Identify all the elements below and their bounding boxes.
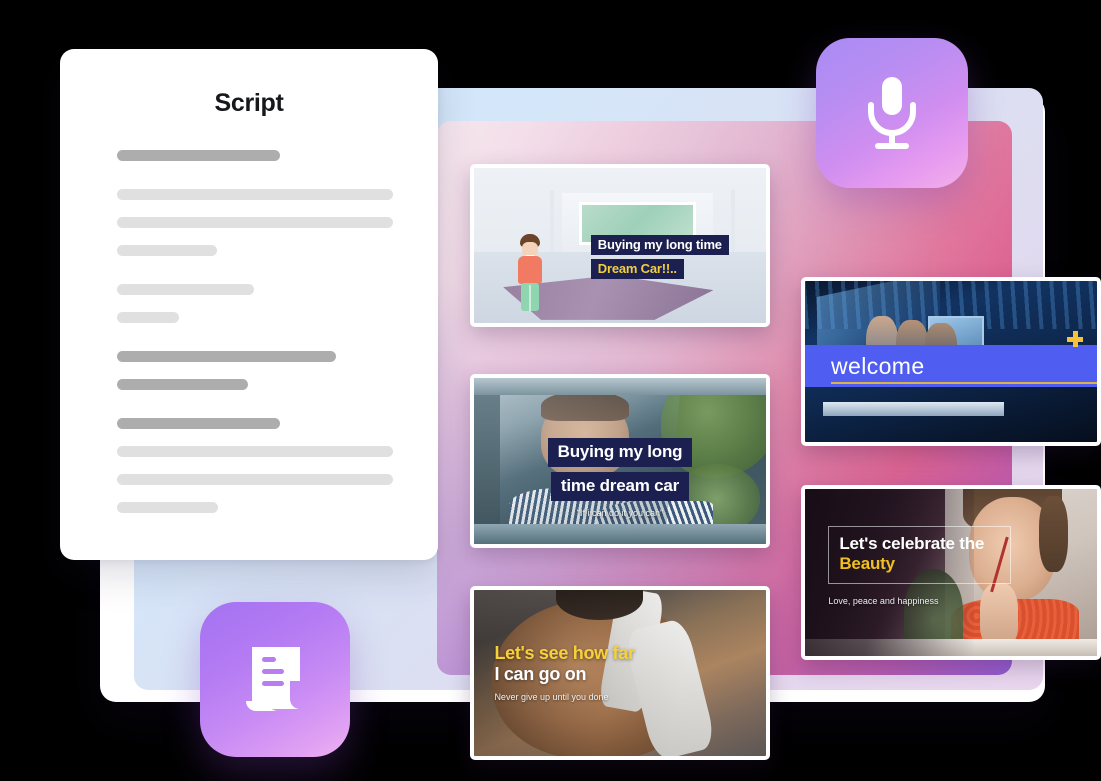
caption-group: Let's celebrate the Beauty Love, peace a… <box>828 525 1012 606</box>
script-app-icon[interactable] <box>200 602 350 757</box>
composition-stage: Script Buying my long time Dream Car!!.. <box>0 0 1101 781</box>
caption-line-2: Dream Car!!.. <box>590 258 684 279</box>
script-placeholder-lines <box>117 150 393 530</box>
caption-subtitle: Love, peace and happiness <box>828 595 939 606</box>
video-thumbnail-beauty-promo[interactable]: Let's celebrate the Beauty Love, peace a… <box>801 485 1101 660</box>
script-line-4 <box>117 245 217 256</box>
caption-line-1: Let's celebrate the <box>839 533 985 553</box>
character-avatar <box>515 234 545 312</box>
script-line-11 <box>117 474 393 485</box>
caption-group: Buying my long time dream car "If i can … <box>474 437 766 518</box>
caption-line-1: Buying my long time <box>590 234 729 255</box>
video-thumbnail-dream-car-animated[interactable]: Buying my long time Dream Car!!.. <box>470 164 770 327</box>
video-thumbnail-welcome-office[interactable]: welcome <box>801 277 1101 446</box>
microphone-icon <box>868 77 916 149</box>
plus-icon <box>1067 330 1083 347</box>
microphone-app-icon[interactable] <box>816 38 968 188</box>
video-thumbnail-fitness-motivation[interactable]: Let's see how far I can go on Never give… <box>470 586 770 760</box>
script-line-5 <box>117 284 254 295</box>
caption-line-1: Buying my long <box>547 437 693 467</box>
script-line-2 <box>117 189 393 200</box>
script-document-icon <box>246 646 300 711</box>
caption-group: Buying my long time Dream Car!!.. <box>590 234 729 279</box>
script-line-6 <box>117 312 179 323</box>
caption-subtitle: "If i can do it you can" <box>576 507 664 518</box>
caption-line-2: I can go on <box>494 664 587 685</box>
script-line-1 <box>117 150 280 161</box>
script-line-7 <box>117 351 336 362</box>
caption-line-2: Beauty <box>839 554 895 574</box>
caption-frame: Let's celebrate the Beauty <box>828 525 1012 584</box>
caption-line-2: time dream car <box>550 471 690 501</box>
script-line-10 <box>117 446 393 457</box>
caption-group: Let's see how far I can go on Never give… <box>494 643 635 702</box>
script-line-12 <box>117 502 218 513</box>
caption-subtitle: Never give up until you done <box>494 691 609 702</box>
caption-underline <box>831 382 1097 385</box>
caption-line-1: welcome <box>831 352 925 379</box>
script-card-title: Script <box>214 89 284 117</box>
script-card[interactable]: Script <box>60 49 438 560</box>
caption-band: welcome <box>805 345 1097 388</box>
script-line-9 <box>117 418 280 429</box>
script-line-3 <box>117 217 393 228</box>
video-thumbnail-dream-car-real[interactable]: Buying my long time dream car "If i can … <box>470 374 770 548</box>
caption-line-1: Let's see how far <box>494 643 635 664</box>
script-line-8 <box>117 379 248 390</box>
